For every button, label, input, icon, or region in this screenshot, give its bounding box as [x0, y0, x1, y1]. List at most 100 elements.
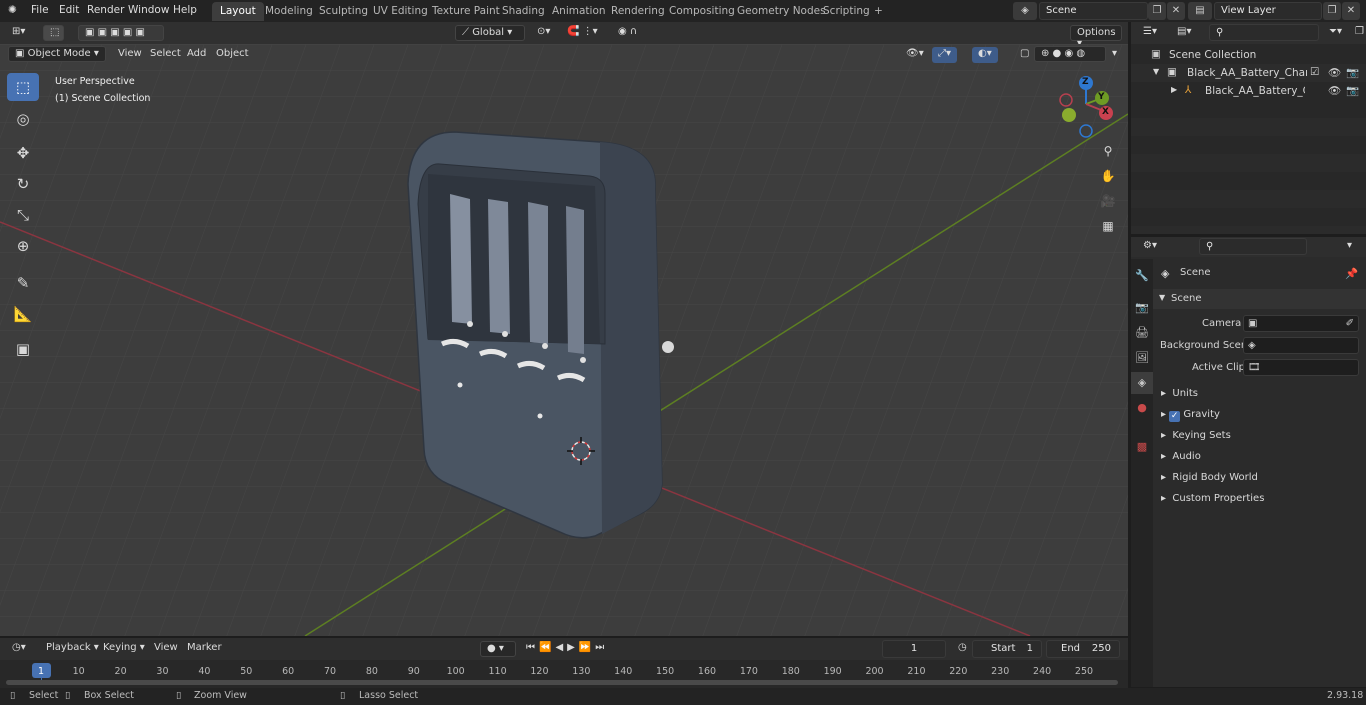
measure-tool-icon[interactable]: 📐	[7, 300, 39, 328]
render-camera-icon[interactable]: 📷	[1346, 84, 1359, 97]
exclude-checkbox-icon[interactable]: ☑	[1310, 66, 1319, 78]
timeline-scrollbar[interactable]	[6, 680, 1118, 685]
tool-tab-icon[interactable]: 🔧	[1131, 265, 1153, 287]
keying-menu[interactable]: Keying ▾	[97, 641, 151, 657]
timeline-view-menu[interactable]: View	[148, 641, 184, 657]
annotate-tool-icon[interactable]: ✎	[7, 269, 39, 297]
gizmo-toggle-icon[interactable]: ⤢▾	[932, 47, 958, 63]
rotate-tool-icon[interactable]: ↻	[7, 170, 39, 198]
object-menu[interactable]: Object	[210, 47, 255, 63]
gravity-panel[interactable]: ▸ ✓ Gravity	[1153, 405, 1366, 425]
texture-tab-icon[interactable]: ▩	[1131, 436, 1153, 458]
new-scene-icon[interactable]: ❐	[1148, 2, 1166, 20]
auto-keying-icon[interactable]: ● ▾	[480, 641, 516, 657]
shading-options-icon[interactable]: ▾	[1106, 47, 1123, 63]
filter-icon[interactable]: ⏷▾	[1323, 25, 1348, 41]
editor-type-icon[interactable]: ⊞▾	[6, 25, 31, 41]
camera-view-icon[interactable]: 🎥	[1097, 190, 1119, 212]
xray-icon[interactable]: ▢	[1014, 47, 1035, 63]
pin-icon[interactable]: 📌	[1345, 267, 1358, 280]
perspective-toggle-icon[interactable]: ▦	[1097, 215, 1119, 237]
outliner-row-collection[interactable]: ▼ ▣ Black_AA_Battery_Charger_0 ☑ 👁 📷	[1131, 64, 1366, 82]
add-cube-tool-icon[interactable]: ▣	[7, 335, 39, 363]
properties-editor-icon[interactable]: ⚙▾	[1137, 239, 1163, 255]
outliner-row-object[interactable]: ▶ ⅄ Black_AA_Battery_Charg 👁 📷	[1131, 82, 1366, 100]
collapse-icon[interactable]: ▼	[1153, 67, 1159, 76]
gravity-checkbox[interactable]: ✓	[1169, 411, 1181, 422]
render-camera-icon[interactable]: 📷	[1346, 66, 1359, 79]
move-tool-icon[interactable]: ✥	[7, 139, 39, 167]
use-preview-range-icon[interactable]: ◷	[952, 641, 973, 657]
gizmo-x-label[interactable]: X	[1102, 107, 1109, 117]
audio-panel[interactable]: ▸ Audio	[1153, 447, 1366, 467]
playback-menu[interactable]: Playback ▾	[40, 641, 105, 657]
camera-field[interactable]: ▣ ✐	[1243, 315, 1359, 332]
gizmo-y-label[interactable]: Y	[1098, 92, 1105, 102]
visibility-eye-icon[interactable]: 👁	[1328, 66, 1341, 79]
visibility-icon[interactable]: 👁▾	[900, 47, 930, 63]
menu-render[interactable]: Render	[87, 4, 124, 16]
expand-icon[interactable]: ▶	[1171, 85, 1177, 94]
transform-orientation-dropdown[interactable]: ⟋ Global ▾	[455, 25, 525, 41]
world-tab-icon[interactable]: ●	[1131, 397, 1153, 419]
pivot-point-icon[interactable]: ⊙▾	[531, 25, 556, 41]
tab-layout[interactable]: Layout	[212, 2, 264, 21]
outliner-row-root[interactable]: ▣ Scene Collection	[1131, 46, 1366, 64]
scene-selector-icon[interactable]: ◈	[1013, 2, 1037, 20]
mode-dropdown[interactable]: ▣ Object Mode ▾	[8, 46, 106, 62]
gizmo-z-label[interactable]: Z	[1082, 77, 1089, 87]
view-layer-tab-icon[interactable]: 🖼	[1131, 347, 1153, 369]
properties-search-input[interactable]: ⚲	[1199, 238, 1307, 255]
overlay-toggle-icon[interactable]: ◐▾	[972, 47, 998, 63]
select-box-tool-icon[interactable]: ⬚	[7, 73, 39, 101]
add-workspace-button[interactable]: +	[866, 2, 891, 21]
rigid-body-world-panel[interactable]: ▸ Rigid Body World	[1153, 468, 1366, 488]
blender-logo-icon[interactable]: ✺	[8, 4, 17, 16]
zoom-icon[interactable]: ⚲	[1097, 140, 1119, 162]
display-mode-icon[interactable]: ▤▾	[1171, 25, 1197, 41]
scale-tool-icon[interactable]: ⤡	[7, 201, 39, 229]
outliner-editor-icon[interactable]: ☰▾	[1137, 25, 1163, 41]
view-layer-icon[interactable]: ▤	[1188, 2, 1212, 20]
new-view-layer-icon[interactable]: ❐	[1323, 2, 1341, 20]
shading-mode-icons[interactable]: ⊕ ● ◉ ◍	[1034, 46, 1106, 62]
start-frame-field[interactable]: Start 1	[972, 640, 1042, 658]
menu-window[interactable]: Window	[128, 4, 169, 16]
scene-tab-icon[interactable]: ◈	[1131, 372, 1153, 394]
menu-help[interactable]: Help	[173, 4, 197, 16]
output-tab-icon[interactable]: 🖨	[1131, 322, 1153, 344]
select-tool-icon[interactable]: ⬚	[43, 25, 64, 41]
menu-file[interactable]: File	[31, 4, 49, 16]
background-scene-field[interactable]: ◈	[1243, 337, 1359, 354]
properties-options-icon[interactable]: ▾	[1341, 239, 1358, 255]
marker-menu[interactable]: Marker	[181, 641, 228, 657]
transform-tool-icon[interactable]: ⊕	[7, 232, 39, 260]
keying-sets-panel[interactable]: ▸ Keying Sets	[1153, 426, 1366, 446]
delete-scene-icon[interactable]: ✕	[1167, 2, 1185, 20]
view-menu[interactable]: View	[112, 47, 148, 63]
proportional-editing-icon[interactable]: ◉ ∩	[612, 25, 643, 41]
eyedropper-icon[interactable]: ✐	[1346, 316, 1354, 331]
playback-controls[interactable]: ⏮⏪◀▶⏩⏭	[520, 641, 614, 657]
add-menu[interactable]: Add	[181, 47, 212, 63]
scene-section-header[interactable]: ▼ Scene	[1153, 289, 1366, 309]
delete-view-layer-icon[interactable]: ✕	[1342, 2, 1360, 20]
current-frame-field[interactable]: 1	[882, 640, 946, 658]
view-layer-field[interactable]: View Layer	[1214, 2, 1322, 20]
cursor-tool-icon[interactable]: ◎	[7, 105, 39, 133]
new-collection-icon[interactable]: ❐	[1349, 25, 1366, 41]
options-dropdown[interactable]: Options ▾	[1070, 25, 1122, 49]
scene-name-field[interactable]: Scene	[1039, 2, 1148, 20]
active-clip-field[interactable]: 🎞	[1243, 359, 1359, 376]
selection-mode-icons[interactable]: ▣ ▣ ▣ ▣ ▣	[78, 25, 164, 41]
visibility-eye-icon[interactable]: 👁	[1328, 84, 1341, 97]
pan-hand-icon[interactable]: ✋	[1097, 165, 1119, 187]
end-frame-field[interactable]: End 250	[1046, 640, 1120, 658]
snap-icon[interactable]: 🧲 ⋮▾	[561, 25, 604, 41]
3d-viewport[interactable]: User Perspective (1) Scene Collection Z …	[0, 44, 1128, 636]
units-panel[interactable]: ▸ Units	[1153, 384, 1366, 404]
custom-properties-panel[interactable]: ▸ Custom Properties	[1153, 489, 1366, 509]
timeline-editor-icon[interactable]: ◷▾	[6, 641, 32, 657]
menu-edit[interactable]: Edit	[59, 4, 79, 16]
outliner-search-input[interactable]: ⚲	[1209, 24, 1319, 41]
